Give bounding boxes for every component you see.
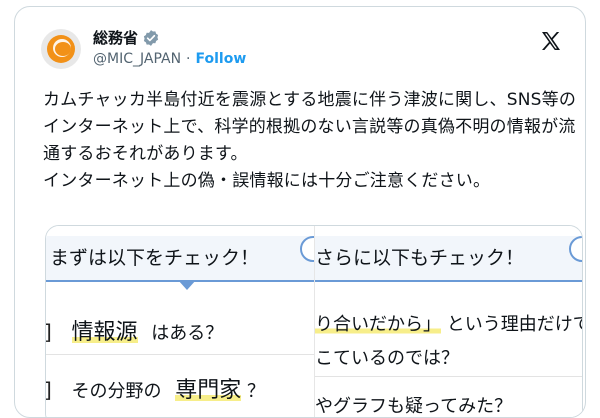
highlighted-keyword: 専門家 xyxy=(175,378,242,403)
checklist-item-text: という理由だけで xyxy=(446,314,583,335)
handle-row: @MIC_JAPAN · Follow xyxy=(93,51,246,67)
checklist-heading-left: まずは以下をチェック！ xyxy=(46,236,314,282)
media-image-left[interactable]: まずは以下をチェック！ ] 情報源 はある？ ] その分野の 専門家 ？ xyxy=(46,226,314,417)
account-handle[interactable]: @MIC_JAPAN xyxy=(93,51,181,67)
checklist-item-text: こているのでは？ xyxy=(315,348,459,369)
dot-separator: · xyxy=(186,51,191,67)
x-logo-icon[interactable] xyxy=(539,29,563,53)
checklist-item-text: はある？ xyxy=(151,323,224,344)
highlighted-keyword: 情報源 xyxy=(71,320,138,345)
account-name-row: 総務省 xyxy=(93,27,160,48)
media-image-right[interactable]: さらに以下もチェック！ り合いだから」 という理由だけで こているのでは？ やグ… xyxy=(314,226,583,417)
checklist-item: ] その分野の 専門家 ？ xyxy=(46,372,265,404)
avatar[interactable] xyxy=(41,29,81,69)
checklist-heading-right: さらに以下もチェック！ xyxy=(315,236,582,282)
checklist-item-text: その分野の xyxy=(71,381,162,402)
mic-logo-icon xyxy=(47,35,75,63)
checkbox-icon: ] xyxy=(46,378,52,402)
verified-badge-icon xyxy=(143,29,159,46)
divider xyxy=(315,376,582,377)
checklist-item: ] 情報源 はある？ xyxy=(46,314,223,346)
checklist-item: り合いだから」 という理由だけで xyxy=(315,310,583,336)
divider xyxy=(46,354,314,355)
tweet-text: カムチャッカ半島付近を震源とする地震に伴う津波に関し、SNS等のインターネット上… xyxy=(43,90,577,191)
follow-button[interactable]: Follow xyxy=(196,51,247,67)
checklist-item-text: ？ xyxy=(247,381,266,402)
tweet-card: 総務省 @MIC_JAPAN · Follow カムチャッカ半島付近を震源とする… xyxy=(14,6,586,418)
checkbox-icon: ] xyxy=(46,320,52,344)
callout-arrow xyxy=(178,280,196,290)
account-name[interactable]: 総務省 xyxy=(93,27,138,48)
highlighted-keyword: り合いだから」 xyxy=(315,314,441,335)
tweet-media[interactable]: まずは以下をチェック！ ] 情報源 はある？ ] その分野の 専門家 ？ さらに… xyxy=(45,225,583,417)
checklist-item-text: やグラフも疑ってみた？ xyxy=(315,396,513,417)
